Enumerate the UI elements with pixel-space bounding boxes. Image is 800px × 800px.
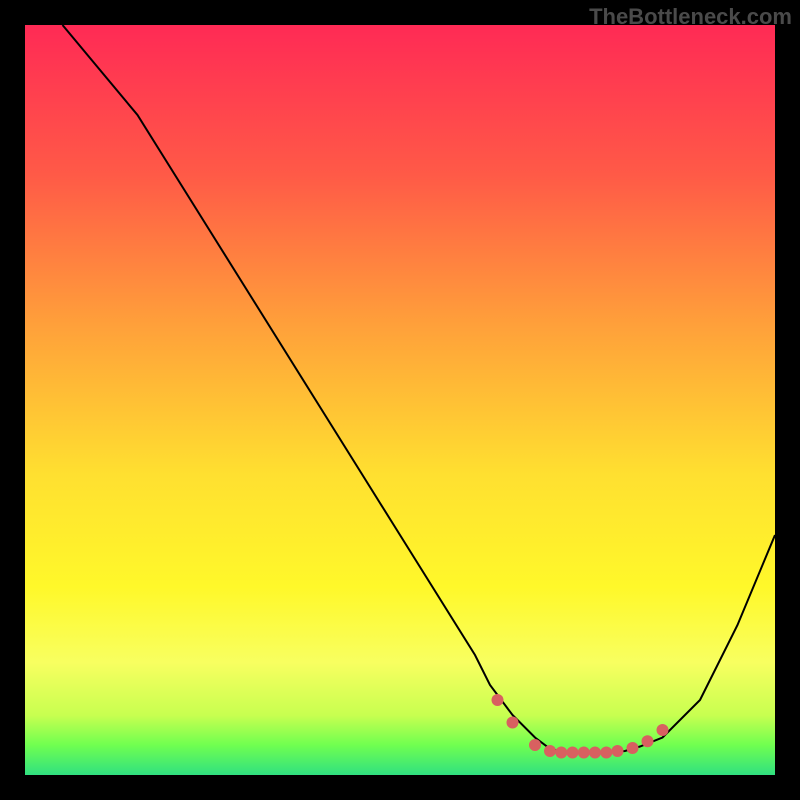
marker-dot [555,747,567,759]
bottleneck-curve [63,25,776,753]
marker-dot [612,745,624,757]
marker-dot [529,739,541,751]
curve-svg [25,25,775,775]
marker-dot [567,747,579,759]
marker-dot [589,747,601,759]
marker-dot [600,747,612,759]
watermark-text: TheBottleneck.com [589,4,792,30]
optimal-range-markers [492,694,669,759]
marker-dot [627,742,639,754]
chart-container: TheBottleneck.com [0,0,800,800]
marker-dot [507,717,519,729]
marker-dot [657,724,669,736]
marker-dot [642,735,654,747]
plot-area [25,25,775,775]
marker-dot [578,747,590,759]
marker-dot [544,745,556,757]
marker-dot [492,694,504,706]
